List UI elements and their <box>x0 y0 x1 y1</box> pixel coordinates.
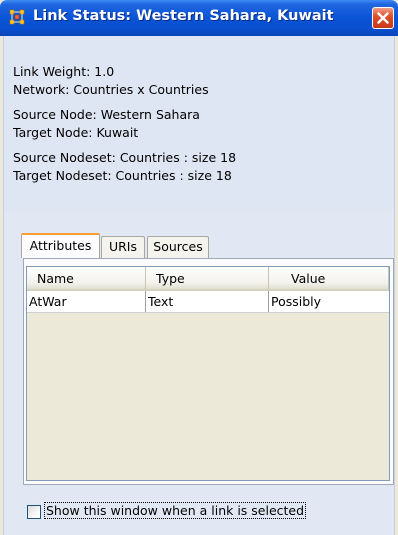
show-window-checkbox-label[interactable]: Show this window when a link is selected <box>43 502 307 519</box>
table-cell-name[interactable]: AtWar <box>27 291 146 312</box>
table-cell-value[interactable]: Possibly <box>269 291 389 312</box>
close-button[interactable] <box>372 7 394 29</box>
table-cell-type[interactable]: Text <box>146 291 269 312</box>
target-node-text: Target Node: Kuwait <box>13 125 139 140</box>
column-header-value[interactable]: Value <box>269 267 389 291</box>
link-status-window: Link Status: Western Sahara, Kuwait Link… <box>0 0 398 535</box>
tab-sources[interactable]: Sources <box>147 236 209 258</box>
link-weight-text: Link Weight: 1.0 <box>13 64 115 79</box>
table-row[interactable]: AtWar Text Possibly <box>27 291 389 313</box>
attributes-table[interactable]: Name Type Value AtWar Text Possibly <box>26 266 390 481</box>
network-grid-icon <box>9 9 25 25</box>
link-info-panel: Link Weight: 1.0 Network: Countries x Co… <box>3 36 395 211</box>
tab-attributes[interactable]: Attributes <box>21 233 100 258</box>
column-header-type[interactable]: Type <box>146 267 269 291</box>
source-nodeset-text: Source Nodeset: Countries : size 18 <box>13 150 237 165</box>
title-bar[interactable]: Link Status: Western Sahara, Kuwait <box>0 0 398 36</box>
source-node-text: Source Node: Western Sahara <box>13 107 200 122</box>
network-text: Network: Countries x Countries <box>13 82 209 97</box>
show-window-checkbox[interactable] <box>27 505 41 519</box>
window-title: Link Status: Western Sahara, Kuwait <box>33 8 334 24</box>
close-icon <box>377 12 389 24</box>
target-nodeset-text: Target Nodeset: Countries : size 18 <box>13 168 232 183</box>
tab-uris[interactable]: URIs <box>101 236 145 258</box>
column-header-name[interactable]: Name <box>27 267 146 291</box>
